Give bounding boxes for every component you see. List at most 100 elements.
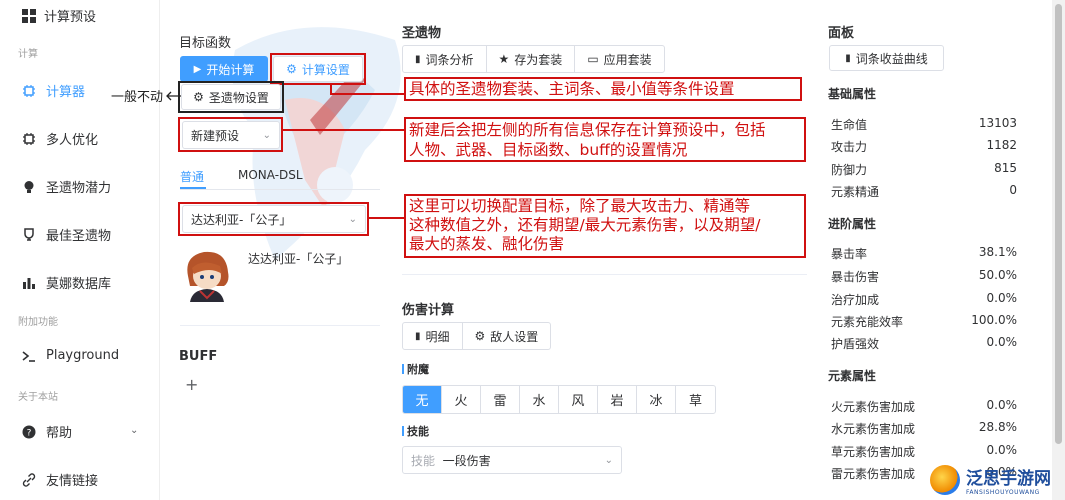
panel-title: 面板 — [828, 26, 855, 41]
section-calc: 计算 — [18, 49, 38, 60]
annotation-2-line-2: 人物、武器、目标函数、buff的设置情况 — [409, 141, 688, 159]
section-about: 关于本站 — [18, 392, 58, 403]
tab-mona-dsl[interactable]: MONA-DSL — [238, 168, 303, 182]
highlight-box-artifact-settings — [178, 81, 284, 113]
stat-value: 0.0% — [986, 443, 1018, 457]
annotation-3-line-3: 最大的蒸发、融化伤害 — [409, 235, 565, 253]
chevron-down-icon[interactable]: ⌄ — [130, 425, 138, 436]
stat-value: 13103 — [978, 116, 1017, 130]
highlight-box-preset — [178, 117, 283, 152]
stat-name: 草元素伤害加成 — [831, 445, 916, 459]
watermark-sub: FANSISHOUYOUWANG — [966, 489, 1040, 496]
add-buff-button[interactable]: + — [185, 375, 198, 394]
element-cryo[interactable]: 冰 — [637, 386, 676, 413]
stat-row: 防御力 815 — [831, 161, 1017, 178]
link-icon — [22, 472, 36, 487]
stat-row: 治疗加成 0.0% — [831, 291, 1017, 308]
label-marker — [402, 426, 404, 436]
save-set-button[interactable]: ★ 存为套装 — [487, 46, 576, 72]
term-analysis-button[interactable]: ▮ 词条分析 — [403, 46, 487, 72]
detail-label: 明细 — [425, 329, 450, 344]
term-gain-curve-button[interactable]: ▮ 词条收益曲线 — [829, 45, 944, 71]
sidebar-item-links[interactable]: 友情链接 — [22, 470, 98, 489]
skill-label: 技能 — [402, 423, 429, 439]
stat-row: 暴击伤害 50.0% — [831, 268, 1017, 285]
sidebar-item-label: 圣遗物潜力 — [46, 181, 112, 196]
enemy-settings-label: 敌人设置 — [490, 329, 539, 344]
element-dendro[interactable]: 草 — [676, 386, 715, 413]
sidebar-item-best-artifact[interactable]: 最佳圣遗物 — [22, 225, 111, 244]
stat-value: 0.0% — [986, 398, 1018, 412]
element-geo[interactable]: 岩 — [598, 386, 637, 413]
highlight-box-character — [178, 202, 369, 236]
stat-name: 治疗加成 — [831, 293, 880, 307]
annotation-connector-3 — [369, 217, 406, 219]
scrollbar[interactable] — [1052, 0, 1065, 500]
bar-chart-icon: ▮ — [845, 52, 851, 64]
scrollbar-thumb[interactable] — [1055, 4, 1062, 444]
active-tab-indicator — [180, 187, 206, 189]
sidebar-item-calculator[interactable]: 计算器 — [22, 81, 85, 100]
stat-value: 1182 — [986, 138, 1017, 152]
preset-nav-label: 计算预设 — [44, 10, 97, 25]
gear-icon: ⚙ — [474, 329, 486, 343]
element-none[interactable]: 无 — [403, 386, 442, 413]
highlight-box-calc-settings — [270, 53, 366, 85]
stat-row: 元素精通 0 — [831, 183, 1017, 200]
element-anemo[interactable]: 风 — [559, 386, 598, 413]
stat-name: 暴击伤害 — [831, 270, 880, 284]
start-calculate-button[interactable]: ▶ 开始计算 — [180, 56, 268, 82]
sidebar-item-artifact-potential[interactable]: 圣遗物潜力 — [22, 177, 111, 196]
stat-row: 护盾强效 0.0% — [831, 335, 1017, 352]
sidebar-item-label: 莫娜数据库 — [46, 277, 112, 292]
stat-row: 攻击力 1182 — [831, 138, 1017, 155]
preset-nav-item[interactable]: 计算预设 — [22, 6, 96, 25]
divider — [180, 325, 380, 326]
detail-button[interactable]: ▮ 明细 — [403, 323, 463, 349]
sidebar-item-mona-database[interactable]: 莫娜数据库 — [22, 273, 111, 292]
annotation-connector-1 — [330, 85, 405, 95]
stat-name: 元素精通 — [831, 185, 880, 199]
folder-icon: ▭ — [587, 52, 599, 66]
annotation-1: 具体的圣遗物套装、主词条、最小值等条件设置 — [409, 80, 735, 98]
stat-value: 815 — [994, 161, 1017, 175]
sidebar: 计算预设 计算 计算器 多人优化 圣遗物潜力 最佳圣遗物 莫娜数据库 附加功能 … — [0, 0, 160, 500]
bulb-icon — [24, 180, 34, 193]
chip-icon — [23, 132, 35, 145]
apply-set-button[interactable]: ▭ 应用套装 — [575, 46, 663, 72]
star-icon: ★ — [498, 52, 510, 66]
sidebar-item-playground[interactable]: Playground — [22, 348, 119, 363]
side-note: 一般不动 — [111, 90, 164, 105]
target-tabs: 普通 MONA-DSL — [180, 166, 380, 190]
skill-select-value: 一段伤害 — [442, 453, 491, 468]
stat-name: 火元素伤害加成 — [831, 400, 916, 414]
sidebar-item-label: 帮助 — [46, 426, 73, 441]
stat-value: 28.8% — [978, 420, 1017, 434]
bar-chart-icon: ▮ — [415, 53, 421, 65]
character-name: 达达利亚-「公子」 — [248, 252, 349, 266]
stat-name: 护盾强效 — [831, 337, 880, 351]
damage-button-group: ▮ 明细 ⚙ 敌人设置 — [402, 322, 552, 350]
divider — [402, 274, 807, 275]
stat-name: 暴击率 — [831, 247, 868, 261]
element-pyro[interactable]: 火 — [442, 386, 481, 413]
sidebar-item-label: 计算器 — [46, 85, 86, 100]
sidebar-item-label: Playground — [46, 348, 120, 363]
terminal-icon — [22, 350, 35, 362]
term-analysis-label: 词条分析 — [425, 52, 474, 67]
sidebar-item-multi-optimize[interactable]: 多人优化 — [22, 129, 98, 148]
annotation-3-line-2: 这种数值之外，还有期望/最大元素伤害，以及期望/ — [409, 216, 761, 234]
skill-select[interactable]: 技能 一段伤害 ⌄ — [402, 446, 622, 474]
enemy-settings-button[interactable]: ⚙ 敌人设置 — [463, 323, 551, 349]
element-electro[interactable]: 雷 — [481, 386, 520, 413]
tab-normal[interactable]: 普通 — [180, 168, 204, 185]
stat-row: 元素充能效率 100.0% — [831, 313, 1017, 330]
sidebar-item-help[interactable]: ? 帮助 — [22, 422, 72, 441]
stat-row: 草元素伤害加成 0.0% — [831, 443, 1017, 460]
sidebar-item-label: 最佳圣遗物 — [46, 229, 112, 244]
target-function-title: 目标函数 — [179, 36, 232, 51]
chip-icon — [23, 84, 35, 97]
element-hydro[interactable]: 水 — [520, 386, 559, 413]
stat-value: 38.1% — [978, 245, 1017, 259]
annotation-2-line-1: 新建后会把左侧的所有信息保存在计算预设中，包括 — [409, 121, 766, 139]
